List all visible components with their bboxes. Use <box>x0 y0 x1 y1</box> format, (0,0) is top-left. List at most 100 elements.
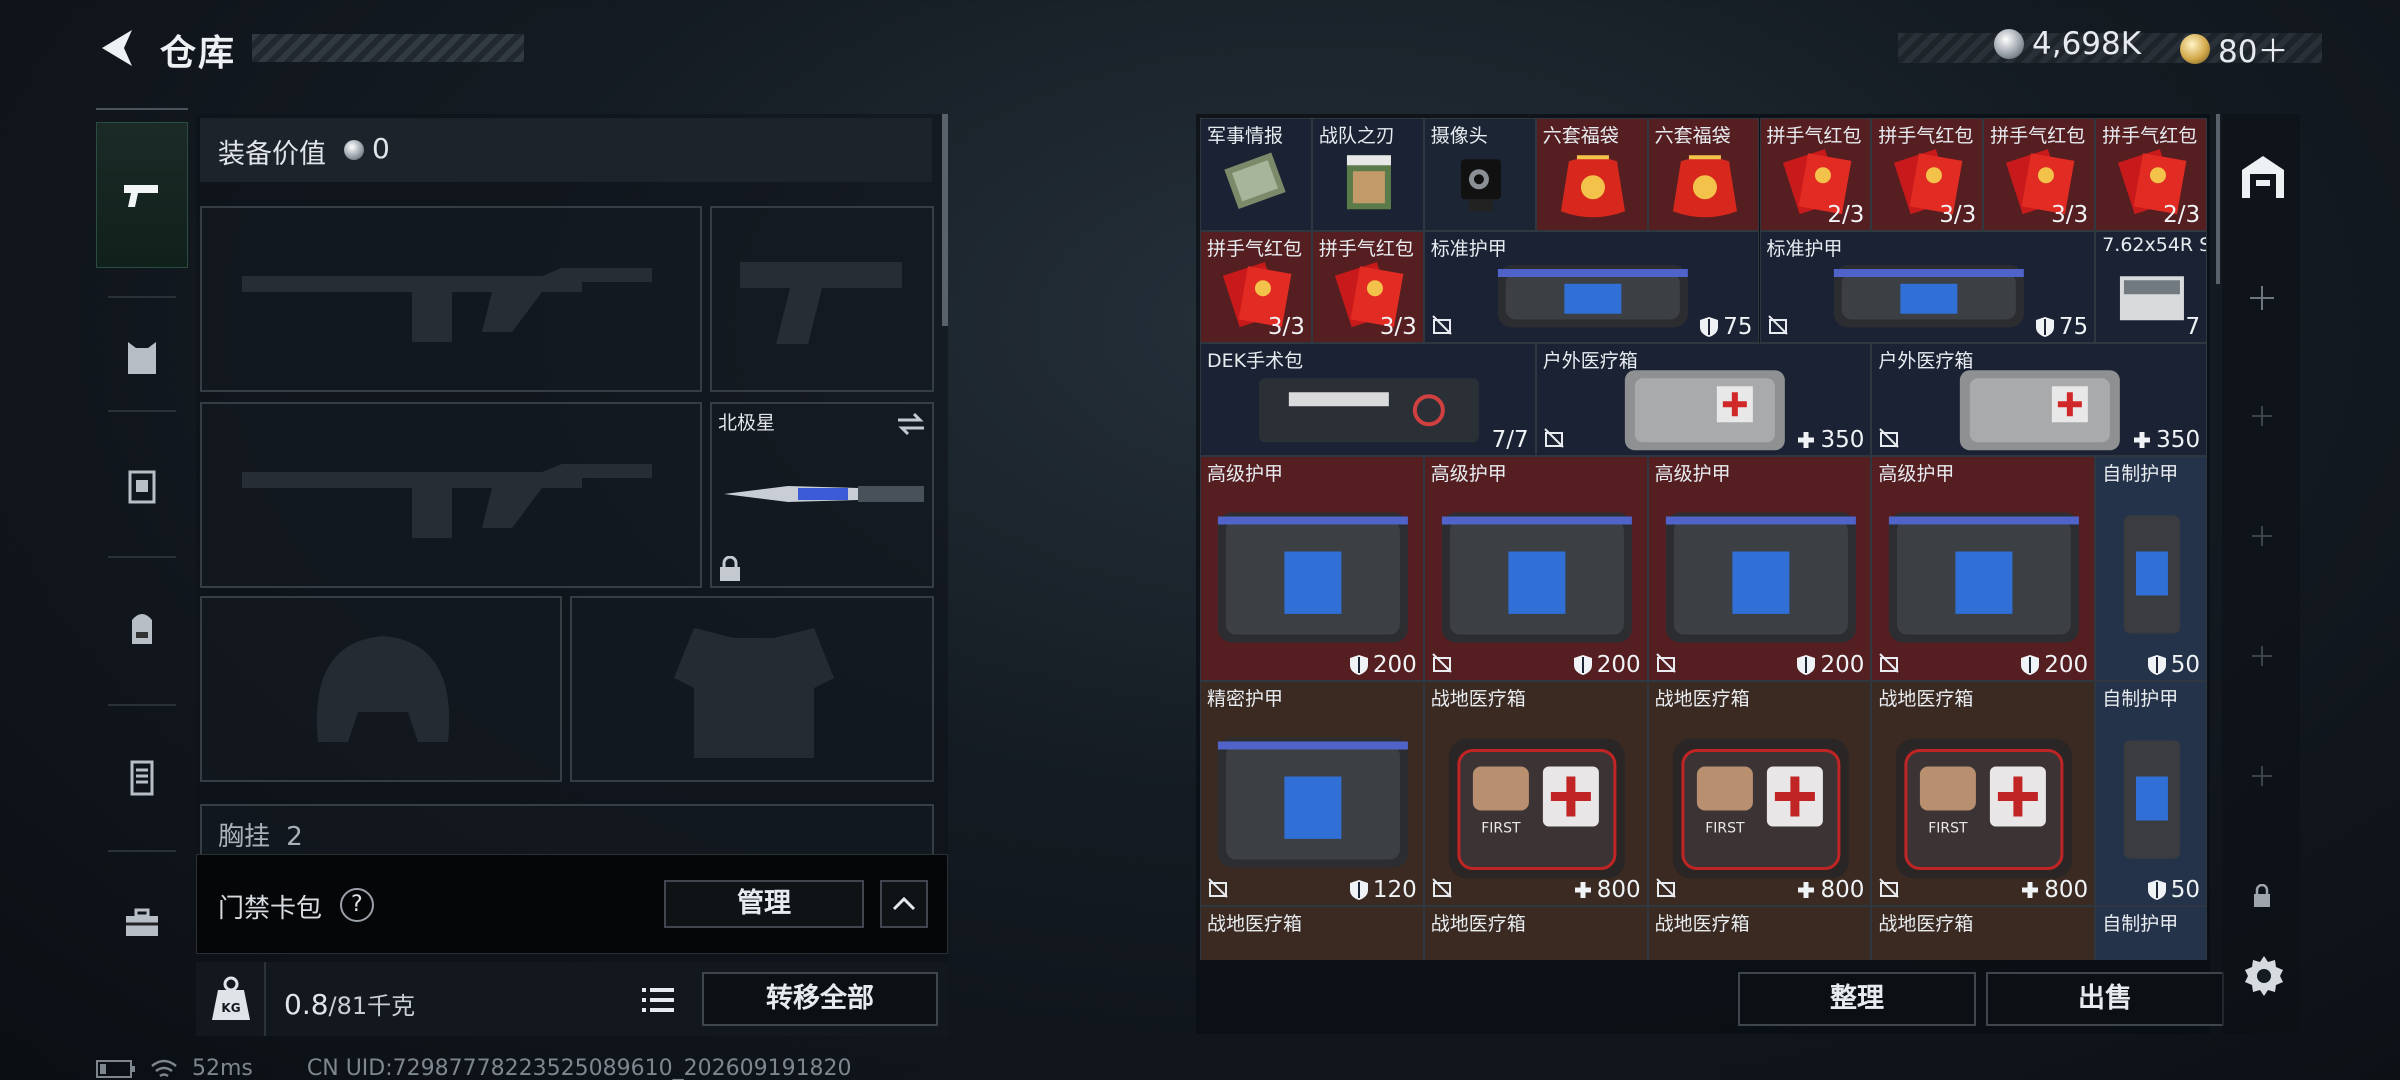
storage-item[interactable]: 战队之刃 <box>1311 118 1424 231</box>
item-count: 800 <box>2020 877 2088 903</box>
category-tabs <box>96 108 188 1008</box>
weight-current: 0.8 <box>284 988 329 1021</box>
helmet-slot[interactable] <box>200 596 562 782</box>
expand-button[interactable] <box>880 880 928 928</box>
backpack-icon <box>132 614 152 644</box>
no-repair-icon <box>1879 652 1900 673</box>
storage-item[interactable]: FIRST 战地医疗箱 800 <box>1647 680 1872 906</box>
chest-rig-slot[interactable] <box>200 804 934 854</box>
item-name: 六套福袋 <box>1654 125 1731 147</box>
storage-item[interactable]: 拼手气红包 2/3 <box>2095 118 2208 231</box>
storage-item[interactable]: 高级护甲 200 <box>1647 455 1872 681</box>
add-storage-icon[interactable] <box>2248 284 2276 312</box>
storage-item[interactable]: 拼手气红包 3/3 <box>1311 230 1424 343</box>
storage-item[interactable]: 拼手气红包 2/3 <box>1759 118 1872 231</box>
storage-item[interactable]: 高级护甲 200 <box>1423 455 1648 681</box>
sell-button[interactable]: 出售 <box>1986 972 2224 1026</box>
primary-weapon-slot-2[interactable] <box>200 402 702 588</box>
item-name: 自制护甲 <box>2102 912 2179 935</box>
item-name: 拼手气红包 <box>1990 125 2086 147</box>
item-count: 3/3 <box>1380 314 1417 340</box>
storage-item[interactable]: 自制护甲 50 <box>2095 455 2208 681</box>
silver-currency: 4,698K <box>1994 26 2141 62</box>
melee-slot[interactable]: 北极星 <box>710 402 934 588</box>
heal-plus-icon <box>1798 431 1815 448</box>
tab-pouch[interactable] <box>96 716 188 836</box>
no-repair-icon <box>1655 877 1676 898</box>
helmet-silhouette-icon <box>316 636 450 742</box>
storage-item[interactable]: 拼手气红包 3/3 <box>1983 118 2096 231</box>
add-storage-icon[interactable] <box>2248 642 2276 670</box>
add-storage-icon[interactable] <box>2248 402 2276 430</box>
durability-shield-icon <box>1349 879 1368 900</box>
item-name: 自制护甲 <box>2102 687 2179 710</box>
storage-item[interactable]: 六套福袋 <box>1647 118 1760 231</box>
storage-item[interactable]: FIRST 战地医疗箱 <box>1647 905 1872 960</box>
transfer-all-button[interactable]: 转移全部 <box>702 972 938 1026</box>
durability-shield-icon <box>1700 317 1719 337</box>
durability-shield-icon <box>2147 654 2166 675</box>
tab-armor[interactable] <box>96 426 188 546</box>
storage-item[interactable]: FIRST 战地医疗箱 800 <box>1871 680 2096 906</box>
storage-item[interactable]: 高级护甲 200 <box>1871 455 2096 681</box>
tab-backpack[interactable] <box>96 568 188 688</box>
storage-item[interactable]: 拼手气红包 3/3 <box>1200 230 1312 343</box>
gold-currency[interactable]: 80＋ <box>2180 26 2288 71</box>
settings-gear-icon[interactable] <box>2242 954 2286 998</box>
storage-item[interactable]: DEK手术包 7/7 <box>1200 343 1536 456</box>
gold-coin-icon <box>2180 33 2210 64</box>
item-count-value: 120 <box>1372 876 1417 903</box>
toolbox-icon <box>126 908 158 936</box>
wifi-icon <box>151 1059 177 1077</box>
storage-item[interactable]: 精密护甲 120 <box>1200 680 1424 906</box>
storage-item[interactable]: 户外医疗箱 350 <box>1871 343 2208 456</box>
manage-button[interactable]: 管理 <box>664 880 864 928</box>
tab-vest[interactable] <box>96 306 188 410</box>
storage-scrollbar[interactable] <box>2216 114 2220 284</box>
back-arrow-icon[interactable] <box>96 26 140 70</box>
storage-item[interactable]: FIRST 战地医疗箱 <box>1871 905 2096 960</box>
item-count-value: 200 <box>1372 651 1417 678</box>
storage-item[interactable]: 自制护甲 <box>2095 905 2208 960</box>
storage-item[interactable]: 摄像头 <box>1423 118 1536 231</box>
armor-vest-icon <box>1441 512 1632 642</box>
storage-item[interactable]: FIRST 战地医疗箱 <box>1423 905 1648 960</box>
swap-icon[interactable] <box>896 410 926 438</box>
list-icon[interactable] <box>636 978 680 1022</box>
item-count: 350 <box>1796 427 1864 453</box>
page-title: 仓库 <box>160 33 237 74</box>
storage-item[interactable]: 六套福袋 <box>1535 118 1648 231</box>
svg-text:KG: KG <box>221 1001 240 1015</box>
gold-amount: 80＋ <box>2218 34 2289 70</box>
tab-toolbox[interactable] <box>96 862 188 982</box>
warehouse-icon[interactable] <box>2238 152 2288 202</box>
item-count-value: 200 <box>1820 651 1865 678</box>
latency: 52ms <box>192 1056 253 1080</box>
item-count: 3/3 <box>2051 202 2088 228</box>
storage-item[interactable]: 军事情报 <box>1200 118 1312 231</box>
item-name: 战地医疗箱 <box>1654 687 1750 710</box>
sort-button[interactable]: 整理 <box>1738 972 1976 1026</box>
item-name: 高级护甲 <box>1878 462 1955 485</box>
storage-item[interactable]: 自制护甲 50 <box>2095 680 2208 906</box>
rifle-silhouette-icon <box>242 268 652 342</box>
storage-item[interactable]: FIRST 战地医疗箱 <box>1200 905 1424 960</box>
storage-item[interactable]: 标准护甲 75 <box>1423 230 1760 343</box>
storage-item[interactable]: 7.62x54R SNB 7 <box>2095 230 2208 343</box>
body-armor-slot[interactable] <box>570 596 934 782</box>
armor-silhouette-icon <box>674 628 834 758</box>
storage-item[interactable]: 户外医疗箱 350 <box>1535 343 1872 456</box>
no-repair-icon <box>1879 427 1900 448</box>
equipment-scrollbar[interactable] <box>942 114 948 326</box>
storage-item[interactable]: 高级护甲 200 <box>1200 455 1424 681</box>
secondary-weapon-slot[interactable] <box>710 206 934 392</box>
add-storage-icon[interactable] <box>2248 522 2276 550</box>
durability-shield-icon <box>2035 317 2054 337</box>
item-count: 3/3 <box>1939 202 1976 228</box>
storage-item[interactable]: 标准护甲 75 <box>1759 230 2096 343</box>
storage-item[interactable]: FIRST 战地医疗箱 800 <box>1423 680 1648 906</box>
primary-weapon-slot[interactable] <box>200 206 702 392</box>
tab-weapons[interactable] <box>96 122 188 268</box>
storage-item[interactable]: 拼手气红包 3/3 <box>1871 118 1984 231</box>
add-storage-icon[interactable] <box>2248 762 2276 790</box>
